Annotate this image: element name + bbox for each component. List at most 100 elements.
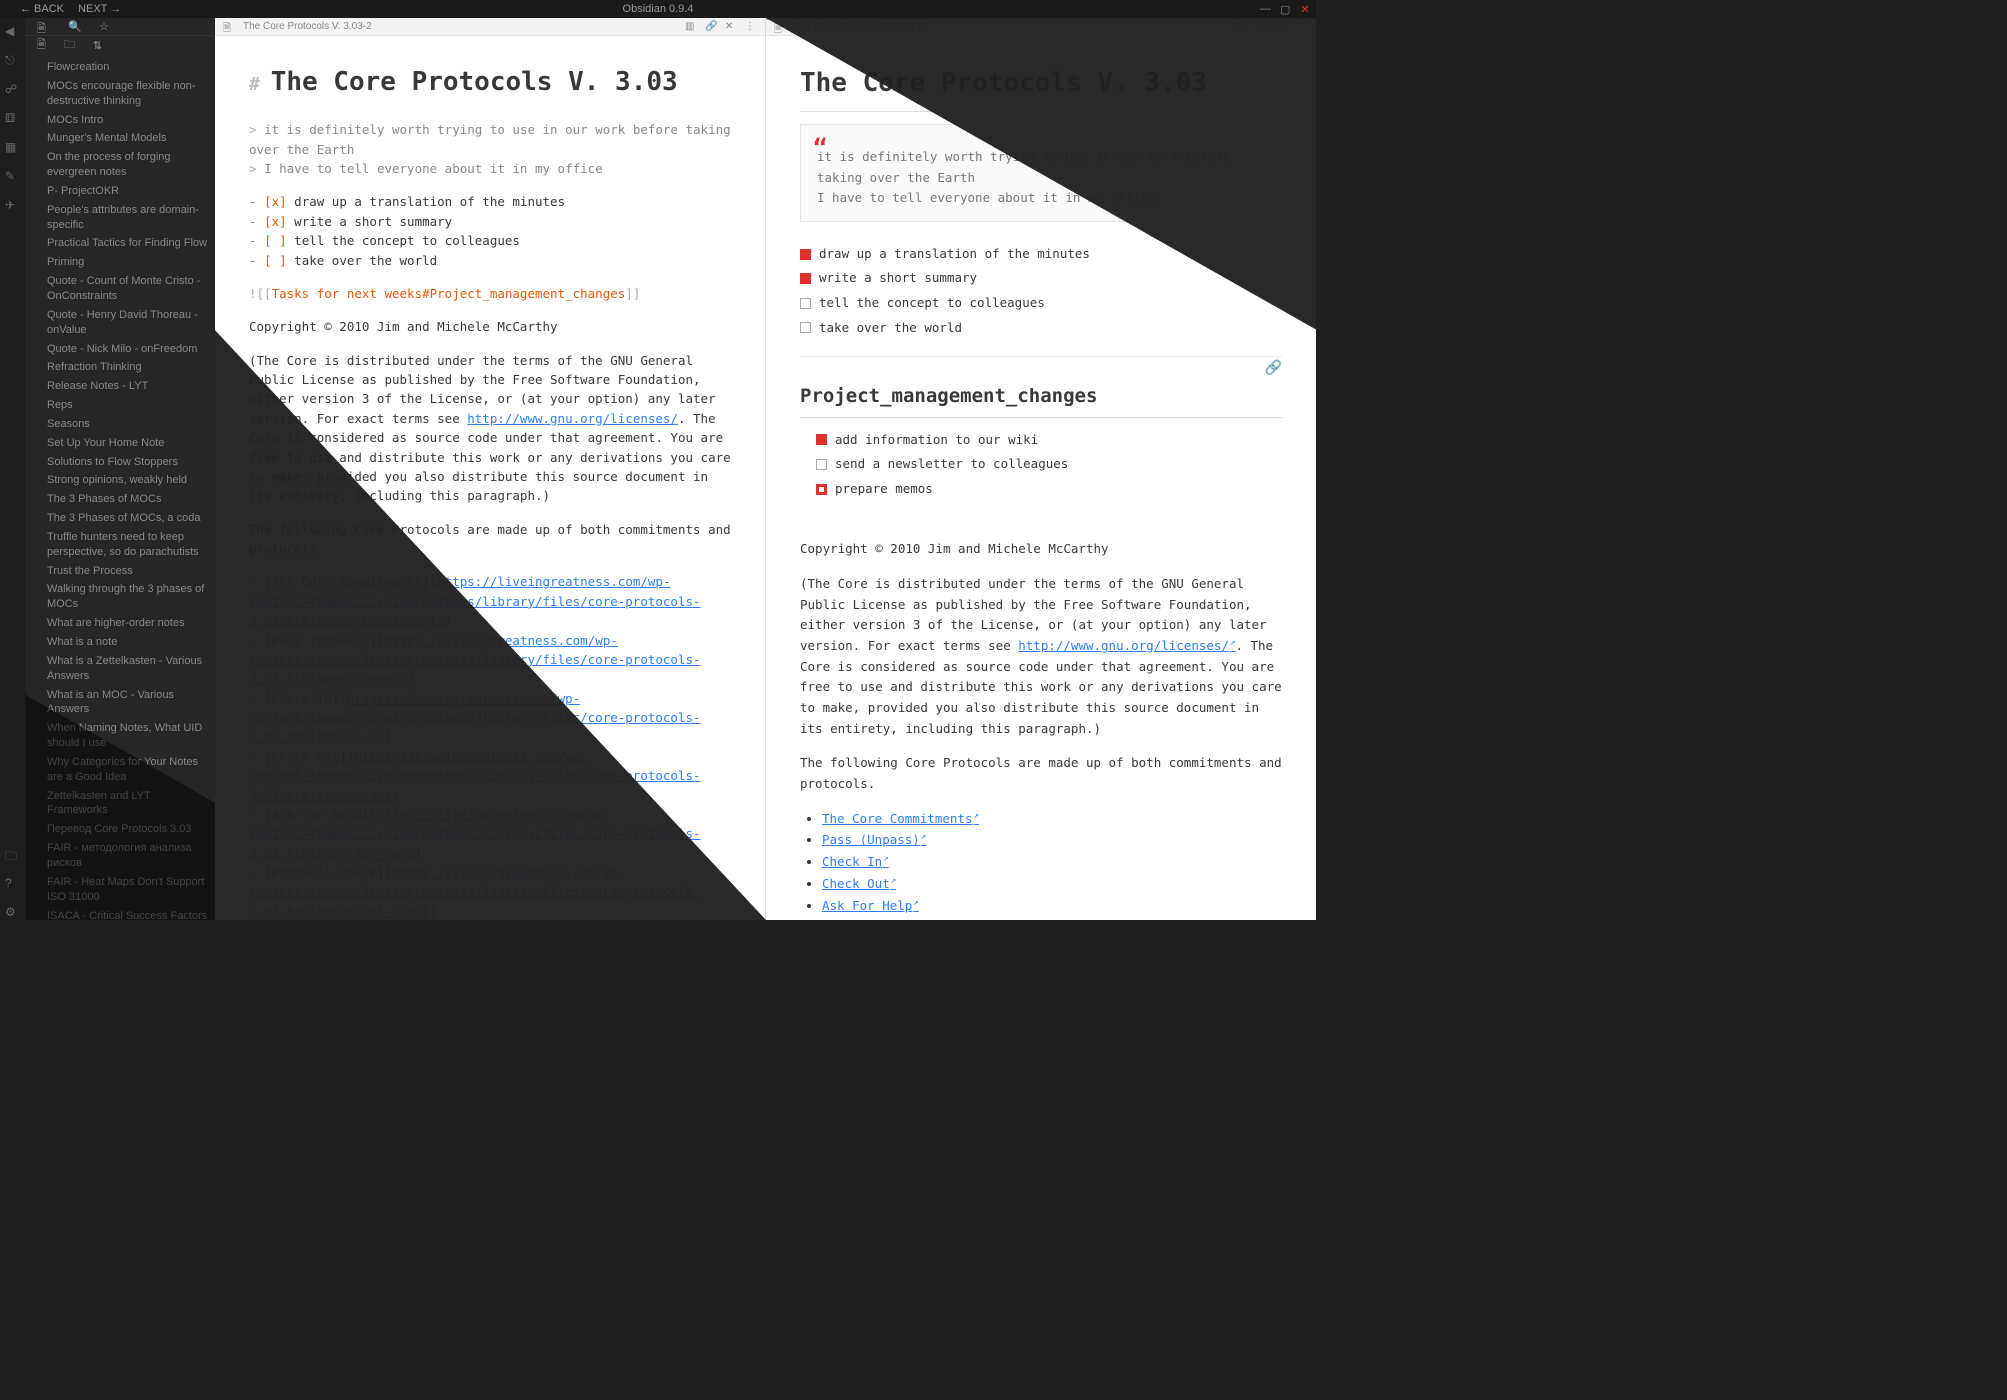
file-item[interactable]: Practical Tactics for Finding Flow	[25, 234, 215, 253]
file-item[interactable]: Solutions to Flow Stoppers	[25, 453, 215, 472]
preview-pane-title: The Core Protocols V. 3.03-2	[794, 22, 1228, 33]
checkbox-icon[interactable]	[816, 484, 827, 495]
anchor-icon[interactable]: 🔗	[1265, 357, 1282, 380]
license-link[interactable]: http://www.gnu.org/licenses/	[467, 411, 678, 426]
minimize-icon[interactable]: —	[1260, 3, 1270, 16]
file-item[interactable]: Release Notes - LYT	[25, 377, 215, 396]
file-item[interactable]: Munger's Mental Models	[25, 129, 215, 148]
editor-body[interactable]: The Core Protocols V. 3.03 it is definit…	[215, 36, 765, 920]
protocol-item: Ask For Help↗	[822, 896, 1282, 917]
file-item[interactable]: MOCs Intro	[25, 111, 215, 130]
file-item[interactable]: What are higher-order notes	[25, 614, 215, 633]
file-item[interactable]: Walking through the 3 phases of MOCs	[25, 580, 215, 614]
checkbox-icon[interactable]	[800, 273, 811, 284]
more-icon[interactable]: ⋮	[745, 21, 757, 33]
starred-tab-icon[interactable]: ☆	[99, 20, 112, 33]
protocol-link[interactable]: Ask For Help↗	[822, 898, 919, 913]
checkbox-icon[interactable]	[800, 322, 811, 333]
file-item[interactable]: People's attributes are domain-specific	[25, 201, 215, 235]
next-button[interactable]: NEXT →	[78, 3, 121, 15]
file-item[interactable]: What is a Zettelkasten - Various Answers	[25, 652, 215, 686]
task-item[interactable]: prepare memos	[816, 477, 1282, 502]
copyright: Copyright © 2010 Jim and Michele McCarth…	[800, 539, 1282, 560]
graph-icon[interactable]: ☍	[5, 82, 20, 97]
file-item[interactable]: The 3 Phases of MOCs, a coda	[25, 509, 215, 528]
checkbox-icon[interactable]	[816, 434, 827, 445]
protocol-line: [The Core Commitments](https://liveingre…	[249, 572, 731, 630]
link-pane-icon[interactable]: 🔗	[705, 21, 717, 33]
file-item[interactable]: Quote - Nick Milo - onFreedom	[25, 340, 215, 359]
doc-h1: The Core Protocols V. 3.03	[800, 62, 1282, 112]
file-item[interactable]: Truffle hunters need to keep perspective…	[25, 528, 215, 562]
task-line[interactable]: [ ] take over the world	[249, 251, 731, 270]
file-item[interactable]: Quote - Henry David Thoreau - onValue	[25, 306, 215, 340]
settings-icon[interactable]: ⚙	[5, 905, 20, 920]
protocol-link[interactable]: Pass (Unpass)↗	[822, 832, 926, 847]
file-item[interactable]: What is a note	[25, 633, 215, 652]
task-item[interactable]: write a short summary	[800, 266, 1282, 291]
template-icon[interactable]: ✎	[5, 169, 20, 184]
publish-icon[interactable]: ✈	[5, 198, 20, 213]
task-line[interactable]: [ ] tell the concept to colleagues	[249, 231, 731, 250]
license-link[interactable]: http://www.gnu.org/licenses/↗	[1018, 638, 1235, 653]
task-item[interactable]: tell the concept to colleagues	[800, 291, 1282, 316]
new-note-icon[interactable]: 🗎	[37, 36, 46, 55]
file-item[interactable]: Strong opinions, weakly held	[25, 471, 215, 490]
file-item[interactable]: Перевод Core Protocols 3.03	[25, 820, 215, 839]
file-item[interactable]: Set Up Your Home Note	[25, 434, 215, 453]
file-item[interactable]: Zettelkasten and LYT Frameworks	[25, 787, 215, 821]
preview-body[interactable]: The Core Protocols V. 3.03 it is definit…	[766, 36, 1316, 920]
task-line[interactable]: [x] draw up a translation of the minutes	[249, 192, 731, 211]
collapse-icon[interactable]: ◀	[5, 24, 20, 39]
more-icon[interactable]: ⋮	[1296, 22, 1308, 34]
task-item[interactable]: add information to our wiki	[816, 428, 1282, 453]
file-item[interactable]: Trust the Process	[25, 562, 215, 581]
file-item[interactable]: Why Categories for Your Notes are a Good…	[25, 753, 215, 787]
file-item[interactable]: Flowcreation	[25, 58, 215, 77]
file-item[interactable]: Reps	[25, 396, 215, 415]
vault-icon[interactable]: 🗀	[5, 847, 20, 862]
file-item[interactable]: FAIR - методология анализа рисков	[25, 839, 215, 873]
back-button[interactable]: ← BACK	[20, 3, 64, 15]
protocol-link[interactable]: Check In↗	[822, 854, 889, 869]
file-item[interactable]: FAIR - Heat Maps Don't Support ISO 31000	[25, 873, 215, 907]
checkbox-icon[interactable]	[800, 298, 811, 309]
random-icon[interactable]: ⚅	[5, 111, 20, 126]
file-item[interactable]: When Naming Notes, What UID should I use	[25, 719, 215, 753]
file-item[interactable]: P- ProjectOKR	[25, 182, 215, 201]
close-pane-icon[interactable]: ✕	[1276, 22, 1288, 34]
task-line[interactable]: [x] write a short summary	[249, 212, 731, 231]
file-item[interactable]: The 3 Phases of MOCs	[25, 490, 215, 509]
sort-icon[interactable]: ⇅	[93, 39, 102, 52]
close-icon[interactable]: ✕	[1300, 3, 1310, 16]
preview-toggle-icon[interactable]: ▥	[685, 21, 697, 33]
file-item[interactable]: Refraction Thinking	[25, 358, 215, 377]
checkbox-icon[interactable]	[800, 249, 811, 260]
search-tab-icon[interactable]: 🔍	[68, 20, 81, 33]
protocol-link[interactable]: The Core Commitments↗	[822, 811, 979, 826]
checkbox-icon[interactable]	[816, 459, 827, 470]
task-item[interactable]: take over the world	[800, 316, 1282, 341]
close-pane-icon[interactable]: ✕	[725, 21, 737, 33]
protocol-link[interactable]: Check Out↗	[822, 876, 896, 891]
file-item[interactable]: ISACA - Critical Success Factors for Con…	[25, 907, 215, 921]
file-item[interactable]: On the process of forging evergreen note…	[25, 148, 215, 182]
file-item[interactable]: Seasons	[25, 415, 215, 434]
file-tree[interactable]: FlowcreationMOCs encourage flexible non-…	[25, 54, 215, 920]
link-pane-icon[interactable]: 🔗	[1256, 22, 1268, 34]
file-item[interactable]: Priming	[25, 253, 215, 272]
maximize-icon[interactable]: ▢	[1280, 3, 1290, 16]
calendar-icon[interactable]: ▦	[5, 140, 20, 155]
new-folder-icon[interactable]: 🗀	[64, 36, 75, 55]
file-item[interactable]: MOCs encourage flexible non-destructive …	[25, 77, 215, 111]
quick-switcher-icon[interactable]: ⎋	[5, 53, 20, 68]
files-tab-icon[interactable]: 🗎	[37, 20, 50, 33]
task-item[interactable]: draw up a translation of the minutes	[800, 242, 1282, 267]
edit-toggle-icon[interactable]: ✎	[1236, 22, 1248, 34]
protocol-line: [Ask For Help](https://liveingreatness.c…	[249, 805, 731, 863]
embed-link[interactable]: Tasks for next weeks#Project_management_…	[272, 286, 626, 301]
help-icon[interactable]: ?	[5, 876, 20, 891]
task-item[interactable]: send a newsletter to colleagues	[816, 452, 1282, 477]
file-item[interactable]: What is an MOC - Various Answers	[25, 686, 215, 720]
file-item[interactable]: Quote - Count of Monte Cristo - OnConstr…	[25, 272, 215, 306]
